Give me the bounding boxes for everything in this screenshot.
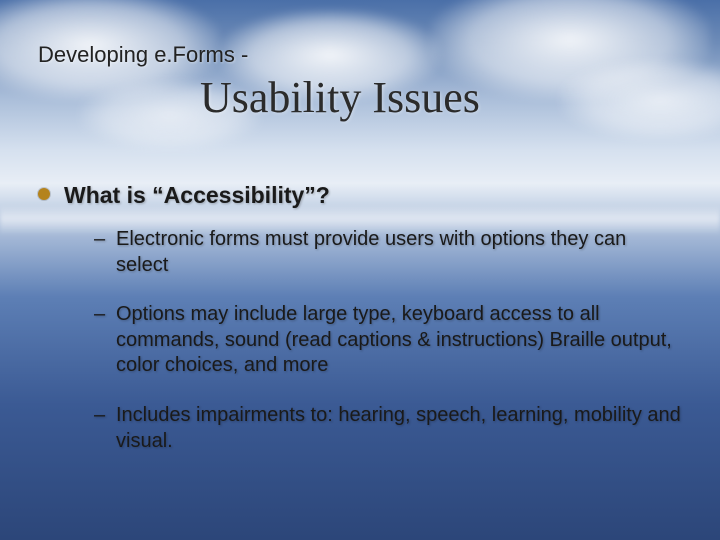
bullet-item-text: Options may include large type, keyboard… xyxy=(116,302,682,379)
slide-title: Usability Issues xyxy=(200,72,480,123)
slide-body: What is “Accessibility”? – Electronic fo… xyxy=(38,182,682,478)
slide-supertitle: Developing e.Forms - xyxy=(38,42,248,68)
bullet-level1: What is “Accessibility”? xyxy=(38,182,682,209)
bullet-dash-icon: – xyxy=(94,302,112,328)
slide: Developing e.Forms - Usability Issues Wh… xyxy=(0,0,720,540)
bullet-level2: – Electronic forms must provide users wi… xyxy=(94,227,682,278)
bullet-item-text: Electronic forms must provide users with… xyxy=(116,227,682,278)
bullet-level2: – Options may include large type, keyboa… xyxy=(94,302,682,379)
cloud-decoration xyxy=(560,60,720,140)
bullet-item-text: Includes impairments to: hearing, speech… xyxy=(116,403,682,454)
bullet-heading: What is “Accessibility”? xyxy=(64,182,330,209)
bullet-dash-icon: – xyxy=(94,403,112,429)
bullet-level2: – Includes impairments to: hearing, spee… xyxy=(94,403,682,454)
bullet-dot-icon xyxy=(38,188,50,200)
bullet-dash-icon: – xyxy=(94,227,112,253)
